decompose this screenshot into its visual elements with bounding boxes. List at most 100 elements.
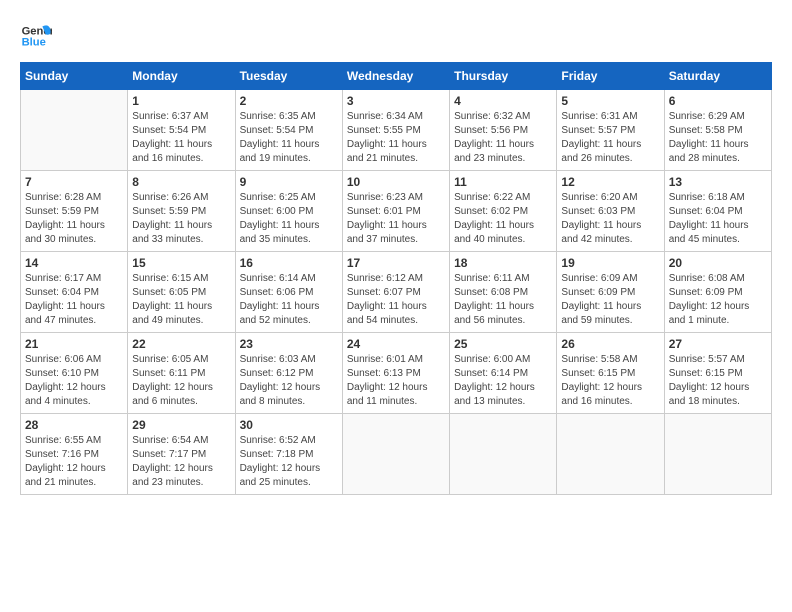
day-info: Sunrise: 6:28 AMSunset: 5:59 PMDaylight:…	[25, 191, 123, 247]
day-number: 28	[25, 418, 123, 432]
day-number: 12	[561, 175, 659, 189]
day-info: Sunrise: 6:00 AMSunset: 6:14 PMDaylight:…	[454, 353, 552, 409]
day-number: 11	[454, 175, 552, 189]
day-number: 15	[132, 256, 230, 270]
day-number: 16	[240, 256, 338, 270]
calendar-cell: 15 Sunrise: 6:15 AMSunset: 6:05 PMDayligh…	[128, 252, 235, 333]
calendar-cell: 27Sunrise: 5:57 AMSunset: 6:15 PMDayligh…	[664, 333, 771, 414]
day-number: 10	[347, 175, 445, 189]
day-number: 9	[240, 175, 338, 189]
calendar-cell: 22 Sunrise: 6:05 AMSunset: 6:11 PMDayligh…	[128, 333, 235, 414]
calendar-cell: 23 Sunrise: 6:03 AMSunset: 6:12 PMDayligh…	[235, 333, 342, 414]
calendar-cell: 2 Sunrise: 6:35 AMSunset: 5:54 PMDaylight…	[235, 90, 342, 171]
weekday-header-tuesday: Tuesday	[235, 63, 342, 90]
day-info: Sunrise: 5:58 AMSunset: 6:15 PMDaylight:…	[561, 353, 659, 409]
day-info: Sunrise: 6:22 AMSunset: 6:02 PMDaylight:…	[454, 191, 552, 247]
day-info: Sunrise: 6:08 AMSunset: 6:09 PMDaylight:…	[669, 272, 767, 328]
calendar-cell: 30Sunrise: 6:52 AMSunset: 7:18 PMDayligh…	[235, 414, 342, 495]
day-number: 19	[561, 256, 659, 270]
weekday-header-sunday: Sunday	[21, 63, 128, 90]
weekday-header-monday: Monday	[128, 63, 235, 90]
logo-icon: General Blue	[20, 20, 52, 52]
day-number: 2	[240, 94, 338, 108]
calendar-cell: 21 Sunrise: 6:06 AMSunset: 6:10 PMDayligh…	[21, 333, 128, 414]
day-info: Sunrise: 6:05 AMSunset: 6:11 PMDaylight:…	[132, 353, 230, 409]
day-number: 27	[669, 337, 767, 351]
day-info: Sunrise: 6:31 AMSunset: 5:57 PMDaylight:…	[561, 110, 659, 166]
day-info: Sunrise: 6:03 AMSunset: 6:12 PMDaylight:…	[240, 353, 338, 409]
day-number: 6	[669, 94, 767, 108]
day-info: Sunrise: 6:06 AMSunset: 6:10 PMDaylight:…	[25, 353, 123, 409]
day-number: 22	[132, 337, 230, 351]
day-info: Sunrise: 6:35 AMSunset: 5:54 PMDaylight:…	[240, 110, 338, 166]
day-number: 17	[347, 256, 445, 270]
day-number: 3	[347, 94, 445, 108]
day-info: Sunrise: 6:25 AMSunset: 6:00 PMDaylight:…	[240, 191, 338, 247]
day-info: Sunrise: 6:15 AMSunset: 6:05 PMDaylight:…	[132, 272, 230, 328]
day-number: 21	[25, 337, 123, 351]
calendar-cell: 7 Sunrise: 6:28 AMSunset: 5:59 PMDaylight…	[21, 171, 128, 252]
page-header: General Blue	[20, 20, 772, 52]
calendar-cell: 8 Sunrise: 6:26 AMSunset: 5:59 PMDaylight…	[128, 171, 235, 252]
calendar-cell: 26Sunrise: 5:58 AMSunset: 6:15 PMDayligh…	[557, 333, 664, 414]
calendar-cell: 20 Sunrise: 6:08 AMSunset: 6:09 PMDayligh…	[664, 252, 771, 333]
calendar-cell: 13 Sunrise: 6:18 AMSunset: 6:04 PMDayligh…	[664, 171, 771, 252]
calendar-cell: 19 Sunrise: 6:09 AMSunset: 6:09 PMDayligh…	[557, 252, 664, 333]
day-number: 4	[454, 94, 552, 108]
calendar-week-row: 14 Sunrise: 6:17 AMSunset: 6:04 PMDayligh…	[21, 252, 772, 333]
day-number: 13	[669, 175, 767, 189]
day-info: Sunrise: 6:29 AMSunset: 5:58 PMDaylight:…	[669, 110, 767, 166]
day-number: 7	[25, 175, 123, 189]
calendar-cell: 9 Sunrise: 6:25 AMSunset: 6:00 PMDaylight…	[235, 171, 342, 252]
day-info: Sunrise: 6:12 AMSunset: 6:07 PMDaylight:…	[347, 272, 445, 328]
day-number: 20	[669, 256, 767, 270]
calendar-cell: 11 Sunrise: 6:22 AMSunset: 6:02 PMDayligh…	[450, 171, 557, 252]
calendar-cell: 3 Sunrise: 6:34 AMSunset: 5:55 PMDaylight…	[342, 90, 449, 171]
weekday-header-friday: Friday	[557, 63, 664, 90]
day-number: 8	[132, 175, 230, 189]
day-number: 5	[561, 94, 659, 108]
day-info: Sunrise: 6:17 AMSunset: 6:04 PMDaylight:…	[25, 272, 123, 328]
day-info: Sunrise: 6:01 AMSunset: 6:13 PMDaylight:…	[347, 353, 445, 409]
calendar-cell: 29Sunrise: 6:54 AMSunset: 7:17 PMDayligh…	[128, 414, 235, 495]
day-info: Sunrise: 6:37 AMSunset: 5:54 PMDaylight:…	[132, 110, 230, 166]
weekday-header-thursday: Thursday	[450, 63, 557, 90]
day-info: Sunrise: 6:18 AMSunset: 6:04 PMDaylight:…	[669, 191, 767, 247]
day-info: Sunrise: 6:23 AMSunset: 6:01 PMDaylight:…	[347, 191, 445, 247]
day-info: Sunrise: 6:09 AMSunset: 6:09 PMDaylight:…	[561, 272, 659, 328]
day-number: 23	[240, 337, 338, 351]
day-info: Sunrise: 6:11 AMSunset: 6:08 PMDaylight:…	[454, 272, 552, 328]
calendar-cell: 4 Sunrise: 6:32 AMSunset: 5:56 PMDaylight…	[450, 90, 557, 171]
weekday-header-saturday: Saturday	[664, 63, 771, 90]
calendar-cell: 28 Sunrise: 6:55 AMSunset: 7:16 PMDayligh…	[21, 414, 128, 495]
calendar-cell: 10 Sunrise: 6:23 AMSunset: 6:01 PMDayligh…	[342, 171, 449, 252]
calendar-cell: 1 Sunrise: 6:37 AMSunset: 5:54 PMDaylight…	[128, 90, 235, 171]
calendar-cell	[557, 414, 664, 495]
calendar-week-row: 21 Sunrise: 6:06 AMSunset: 6:10 PMDayligh…	[21, 333, 772, 414]
day-number: 1	[132, 94, 230, 108]
calendar-cell	[21, 90, 128, 171]
day-info: Sunrise: 6:14 AMSunset: 6:06 PMDaylight:…	[240, 272, 338, 328]
calendar-cell	[342, 414, 449, 495]
day-info: Sunrise: 6:32 AMSunset: 5:56 PMDaylight:…	[454, 110, 552, 166]
calendar-cell: 12Sunrise: 6:20 AMSunset: 6:03 PMDayligh…	[557, 171, 664, 252]
svg-text:Blue: Blue	[22, 37, 46, 49]
calendar-week-row: 28 Sunrise: 6:55 AMSunset: 7:16 PMDayligh…	[21, 414, 772, 495]
calendar-cell: 17 Sunrise: 6:12 AMSunset: 6:07 PMDayligh…	[342, 252, 449, 333]
calendar-cell: 5 Sunrise: 6:31 AMSunset: 5:57 PMDaylight…	[557, 90, 664, 171]
calendar: SundayMondayTuesdayWednesdayThursdayFrid…	[20, 62, 772, 495]
day-number: 14	[25, 256, 123, 270]
logo: General Blue	[20, 20, 56, 52]
day-info: Sunrise: 6:54 AMSunset: 7:17 PMDaylight:…	[132, 434, 230, 490]
day-info: Sunrise: 6:52 AMSunset: 7:18 PMDaylight:…	[240, 434, 338, 490]
calendar-header-row: SundayMondayTuesdayWednesdayThursdayFrid…	[21, 63, 772, 90]
day-info: Sunrise: 6:34 AMSunset: 5:55 PMDaylight:…	[347, 110, 445, 166]
day-info: Sunrise: 6:26 AMSunset: 5:59 PMDaylight:…	[132, 191, 230, 247]
day-number: 24	[347, 337, 445, 351]
calendar-cell: 6 Sunrise: 6:29 AMSunset: 5:58 PMDaylight…	[664, 90, 771, 171]
calendar-week-row: 7 Sunrise: 6:28 AMSunset: 5:59 PMDaylight…	[21, 171, 772, 252]
day-info: Sunrise: 6:55 AMSunset: 7:16 PMDaylight:…	[25, 434, 123, 490]
calendar-cell: 24 Sunrise: 6:01 AMSunset: 6:13 PMDayligh…	[342, 333, 449, 414]
calendar-cell	[664, 414, 771, 495]
calendar-cell: 14 Sunrise: 6:17 AMSunset: 6:04 PMDayligh…	[21, 252, 128, 333]
